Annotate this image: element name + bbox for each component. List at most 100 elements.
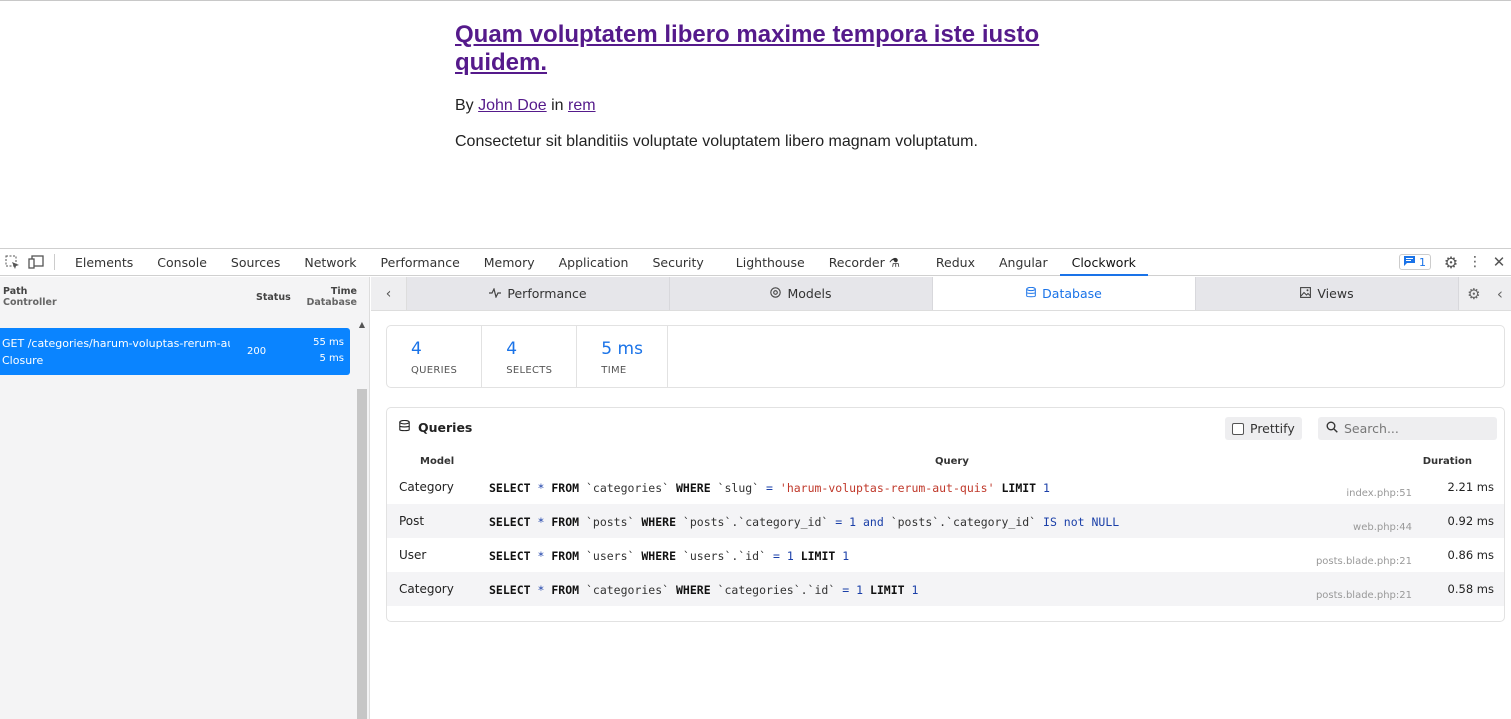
prettify-label: Prettify — [1250, 421, 1295, 436]
tab-memory[interactable]: Memory — [472, 249, 547, 276]
tab-sources[interactable]: Sources — [219, 249, 292, 276]
toolbar-right: 1 ⚙ ⋮ ✕ — [1399, 249, 1511, 276]
query-model: Post — [399, 514, 425, 528]
tab-models-label: Models — [787, 286, 832, 301]
request-status: 200 — [247, 346, 267, 357]
settings-gear-icon[interactable]: ⚙ — [1439, 249, 1463, 276]
issues-badge[interactable]: 1 — [1399, 254, 1431, 270]
time-header-label: Time — [330, 286, 357, 297]
tab-performance[interactable]: Performance — [369, 249, 472, 276]
table-row[interactable]: Category SELECT * FROM `categories` WHER… — [387, 470, 1504, 504]
stat-selects-label: SELECTS — [506, 365, 553, 376]
stat-time-label: TIME — [601, 365, 627, 376]
activity-icon — [489, 286, 502, 301]
tab-database-label: Database — [1042, 286, 1102, 301]
tab-network[interactable]: Network — [292, 249, 368, 276]
tab-lighthouse[interactable]: Lighthouse — [724, 249, 817, 276]
tab-models[interactable]: Models — [670, 277, 933, 310]
tab-application[interactable]: Application — [547, 249, 641, 276]
query-sql[interactable]: SELECT * FROM `categories` WHERE `slug` … — [489, 481, 1050, 495]
query-source[interactable]: index.php:51 — [1346, 488, 1412, 499]
query-duration: 2.21 ms — [1447, 480, 1494, 494]
tab-console[interactable]: Console — [145, 249, 219, 276]
query-sql[interactable]: SELECT * FROM `posts` WHERE `posts`.`cat… — [489, 515, 1119, 529]
stat-queries-value: 4 — [411, 339, 422, 359]
table-row[interactable]: User SELECT * FROM `users` WHERE `users`… — [387, 538, 1504, 572]
requests-header: Path Controller Status Time Database — [0, 277, 369, 313]
query-model: Category — [399, 480, 454, 494]
queries-title: Queries — [399, 419, 472, 435]
by-label: By — [455, 97, 474, 114]
article-title-link[interactable]: Quam voluptatem libero maxime tempora is… — [455, 21, 1039, 76]
device-toolbar-icon[interactable] — [24, 249, 48, 276]
queries-database-icon — [399, 419, 410, 435]
stat-queries-label: QUERIES — [411, 365, 458, 376]
settings-icon[interactable]: ⚙ — [1467, 285, 1480, 303]
tab-redux[interactable]: Redux — [924, 249, 987, 276]
query-sql[interactable]: SELECT * FROM `users` WHERE `users`.`id`… — [489, 549, 849, 563]
request-path: GET /categories/harum-voluptas-rerum-aut… — [2, 337, 230, 350]
requests-scrollbar[interactable]: ▲ — [357, 320, 367, 719]
query-sql[interactable]: SELECT * FROM `categories` WHERE `catego… — [489, 583, 918, 597]
query-model: User — [399, 548, 427, 562]
category-link[interactable]: rem — [568, 97, 596, 114]
article-excerpt: Consectetur sit blanditiis voluptate vol… — [455, 133, 978, 150]
query-model: Category — [399, 582, 454, 596]
chevron-left-icon[interactable]: ‹ — [371, 277, 407, 310]
details-tabs-actions: ⚙ ‹ — [1459, 277, 1511, 310]
article-title: Quam voluptatem libero maxime tempora is… — [455, 21, 1075, 77]
queries-columns: Model Query Duration — [387, 448, 1504, 470]
stat-selects-value: 4 — [506, 339, 518, 359]
issue-message-icon — [1404, 255, 1415, 269]
devtools-toolbar: Elements Console Sources Network Perform… — [0, 249, 1511, 276]
in-label: in — [551, 97, 564, 114]
close-icon[interactable]: ✕ — [1487, 249, 1511, 276]
tab-database[interactable]: Database — [933, 277, 1196, 310]
query-duration: 0.58 ms — [1447, 582, 1494, 596]
devtools-panel: Elements Console Sources Network Perform… — [0, 248, 1511, 719]
stat-time-value: 5 ms — [601, 339, 643, 359]
search-box — [1318, 417, 1497, 440]
path-header-label: Path — [3, 286, 28, 297]
author-link[interactable]: John Doe — [478, 97, 547, 114]
query-source[interactable]: web.php:44 — [1353, 522, 1412, 533]
tab-clockwork[interactable]: Clockwork — [1059, 249, 1148, 276]
search-icon — [1326, 421, 1338, 436]
query-source[interactable]: posts.blade.php:21 — [1316, 590, 1412, 601]
prettify-checkbox[interactable] — [1232, 422, 1244, 435]
column-model: Model — [420, 456, 455, 467]
more-options-icon[interactable]: ⋮ — [1463, 249, 1487, 276]
request-controller: Closure — [2, 354, 44, 367]
tab-angular[interactable]: Angular — [987, 249, 1060, 276]
target-icon — [770, 286, 782, 301]
path-column-header: Path Controller — [3, 286, 57, 308]
requests-sidebar: Path Controller Status Time Database GET… — [0, 277, 370, 719]
tab-performance-details[interactable]: Performance — [407, 277, 670, 310]
tab-views[interactable]: Views — [1196, 277, 1459, 310]
table-row[interactable]: Category SELECT * FROM `categories` WHER… — [387, 572, 1504, 606]
database-icon — [1026, 286, 1036, 301]
request-row[interactable]: GET /categories/harum-voluptas-rerum-aut… — [0, 328, 350, 375]
column-query: Query — [935, 456, 969, 467]
scrollbar-thumb[interactable] — [357, 389, 367, 719]
query-source[interactable]: posts.blade.php:21 — [1316, 556, 1412, 567]
table-row[interactable]: Post SELECT * FROM `posts` WHERE `posts`… — [387, 504, 1504, 538]
web-page: Quam voluptatem libero maxime tempora is… — [0, 0, 1511, 248]
queries-panel: Queries Prettify Model Query Duration — [386, 407, 1505, 622]
inspect-element-icon[interactable] — [0, 249, 24, 276]
chevron-left-collapse-icon[interactable]: ‹ — [1497, 285, 1503, 303]
stat-time: 5 ms TIME — [577, 326, 668, 387]
request-time: 55 ms — [313, 337, 344, 348]
stat-selects: 4 SELECTS — [482, 326, 578, 387]
search-input[interactable] — [1344, 421, 1484, 436]
tab-elements[interactable]: Elements — [63, 249, 145, 276]
scroll-up-arrow-icon[interactable]: ▲ — [357, 320, 367, 329]
tab-recorder[interactable]: Recorder ⚗ — [817, 249, 912, 276]
status-header-label: Status — [256, 292, 291, 303]
database-stats: 4 QUERIES 4 SELECTS 5 ms TIME — [386, 325, 1505, 388]
tab-views-label: Views — [1317, 286, 1354, 301]
database-header-label: Database — [306, 297, 357, 308]
prettify-toggle[interactable]: Prettify — [1225, 417, 1302, 440]
clockwork-details: ‹ Performance Models Database Views ⚙ ‹ … — [371, 277, 1511, 719]
tab-security[interactable]: Security — [640, 249, 715, 276]
